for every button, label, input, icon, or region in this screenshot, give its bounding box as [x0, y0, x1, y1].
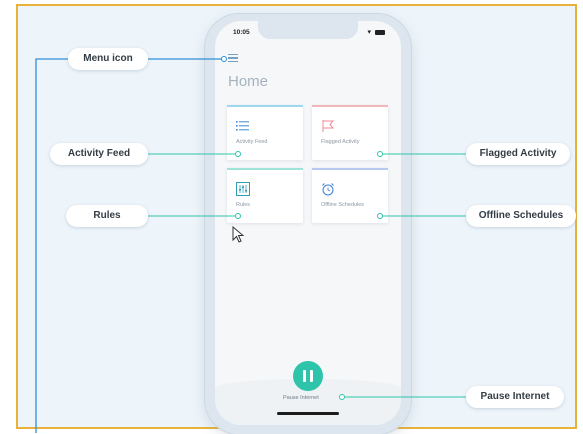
callout-pause-internet: Pause Internet	[466, 386, 564, 408]
callout-flagged-activity: Flagged Activity	[466, 143, 570, 165]
menu-icon-dot	[221, 56, 227, 62]
pause-internet-dot	[339, 394, 345, 400]
callout-menu-icon: Menu icon	[68, 48, 148, 70]
mouse-cursor-icon	[232, 226, 244, 243]
callout-offline-schedules: Offline Schedules	[466, 205, 576, 227]
callout-activity-feed: Activity Feed	[50, 143, 148, 165]
activity-feed-dot	[235, 151, 241, 157]
flagged-activity-dot	[377, 151, 383, 157]
offline-schedules-dot	[377, 213, 383, 219]
callout-rules: Rules	[66, 205, 148, 227]
rules-dot	[235, 213, 241, 219]
